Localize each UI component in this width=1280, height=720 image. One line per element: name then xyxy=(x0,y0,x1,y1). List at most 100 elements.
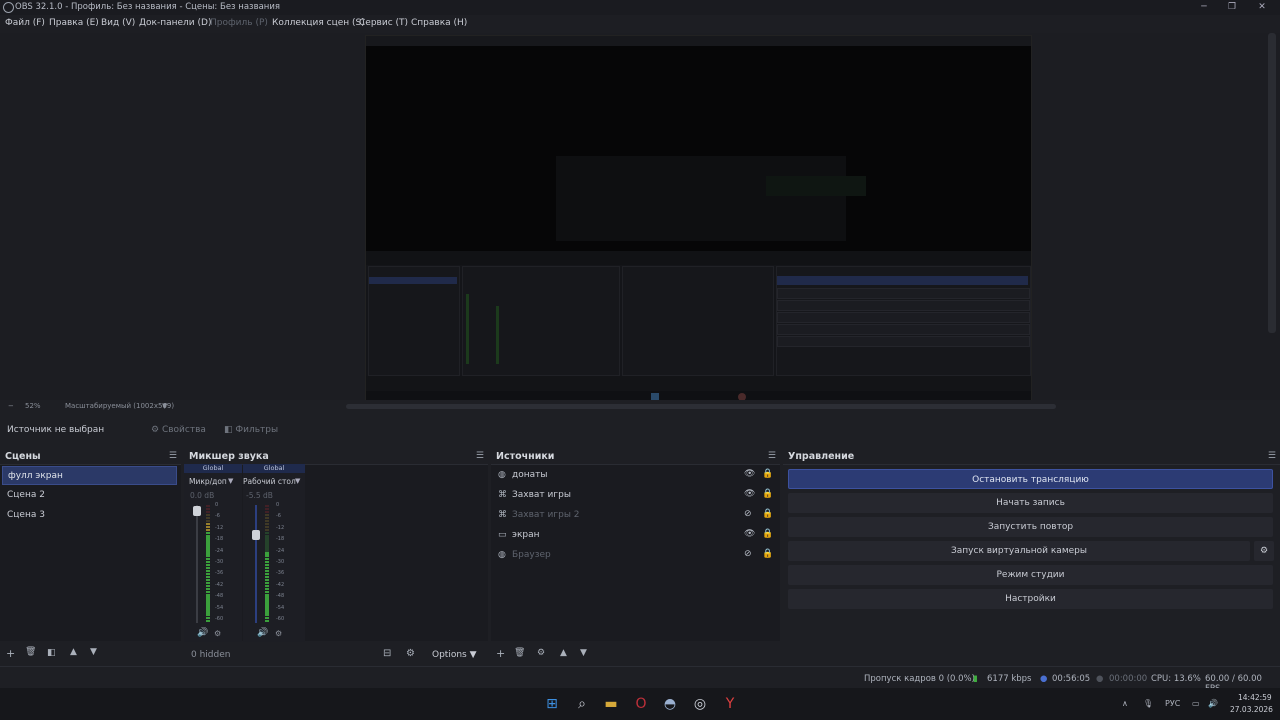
input-language[interactable]: РУС xyxy=(1165,699,1180,708)
lock-icon[interactable]: 🔒 xyxy=(762,489,773,499)
dock-menu-icon[interactable]: ☰ xyxy=(169,451,177,461)
source-properties-gear-icon[interactable]: ⚙ xyxy=(537,648,545,658)
lock-icon[interactable]: 🔒 xyxy=(762,509,773,519)
clock-date[interactable]: 27.03.2026 xyxy=(1230,705,1273,714)
meter-segment xyxy=(206,620,210,623)
start-replay-button[interactable]: Запустить повтор xyxy=(788,517,1273,537)
clock-time[interactable]: 14:42:59 xyxy=(1238,693,1272,702)
scene-item[interactable]: Сцена 2 xyxy=(2,486,177,505)
volume-fader-track[interactable] xyxy=(196,505,198,623)
start-virtual-camera-button[interactable]: Запуск виртуальной камеры xyxy=(788,541,1250,561)
speaker-icon[interactable]: 🔊 xyxy=(257,628,268,638)
file-explorer-icon[interactable]: ▬ xyxy=(603,696,619,712)
preview-canvas[interactable] xyxy=(365,35,1032,407)
eye-icon[interactable]: 👁 xyxy=(744,469,755,479)
source-item[interactable]: ⌘ Захват игры 2 ⊘ 🔒 xyxy=(492,506,778,526)
volume-icon[interactable]: 🔊 xyxy=(1208,699,1218,708)
dock-menu-icon[interactable]: ☰ xyxy=(476,451,484,461)
channel-settings-icon[interactable]: ⚙ xyxy=(214,629,221,638)
source-item[interactable]: ⌘ Захват игры 👁 🔒 xyxy=(492,486,778,506)
volume-fader-handle[interactable] xyxy=(252,530,260,540)
scaling-mode-dropdown-icon[interactable]: ▼ xyxy=(162,402,167,410)
lock-icon[interactable]: 🔒 xyxy=(762,529,773,539)
filters-label: Фильтры xyxy=(235,425,279,435)
source-item[interactable]: ▭ экран 👁 🔒 xyxy=(492,526,778,546)
steam-icon[interactable]: ◓ xyxy=(662,696,678,712)
meter-segment xyxy=(206,555,210,558)
search-icon[interactable]: ⌕ xyxy=(574,696,590,712)
layout-icon[interactable]: ⊟ xyxy=(383,648,391,659)
menu-tools[interactable]: Сервис (T) xyxy=(359,18,408,28)
menu-view[interactable]: Вид (V) xyxy=(101,18,135,28)
meter-segment xyxy=(206,528,210,531)
tray-expand-icon[interactable]: ∧ xyxy=(1122,699,1128,708)
channel-menu-icon[interactable]: ▼ xyxy=(228,477,233,485)
properties-button[interactable]: ⚙ Свойства xyxy=(151,425,206,435)
move-up-icon[interactable]: ▲ xyxy=(560,648,567,658)
remove-source-trash-icon[interactable]: 🗑 xyxy=(514,648,525,658)
microphone-icon[interactable]: 🎙 xyxy=(1143,699,1153,708)
meter-segment xyxy=(206,608,210,611)
speaker-icon[interactable]: 🔊 xyxy=(197,628,208,638)
meter-segment xyxy=(206,510,210,514)
volume-fader-handle[interactable] xyxy=(193,506,201,516)
options-button[interactable]: Options ▼ xyxy=(432,650,477,660)
preview-vertical-scrollbar[interactable] xyxy=(1268,33,1276,333)
controls-title: Управление xyxy=(788,451,855,462)
close-button[interactable]: ✕ xyxy=(1246,0,1278,15)
add-source-button[interactable]: + xyxy=(496,647,505,660)
source-item[interactable]: ◍ Браузер ⊘ 🔒 xyxy=(492,546,778,566)
maximize-button[interactable]: ❐ xyxy=(1216,0,1248,15)
eye-icon[interactable]: 👁 xyxy=(744,529,755,539)
preview-horizontal-scrollbar[interactable] xyxy=(346,404,1056,409)
volume-fader-track[interactable] xyxy=(255,505,257,623)
meter-segment xyxy=(265,510,269,514)
move-down-icon[interactable]: ▼ xyxy=(90,647,97,657)
opera-icon[interactable]: O xyxy=(633,696,649,712)
scene-item[interactable]: фулл экран xyxy=(2,466,177,485)
scaling-mode[interactable]: Масштабируемый (1002x569) xyxy=(65,402,174,410)
channel-menu-icon[interactable]: ▼ xyxy=(295,477,300,485)
meter-segment xyxy=(265,561,269,564)
stop-streaming-button[interactable]: Остановить трансляцию xyxy=(788,469,1273,489)
eye-off-icon[interactable]: ⊘ xyxy=(744,549,752,559)
menu-profile[interactable]: Профиль (P) xyxy=(210,18,268,28)
meter-tick-label: -42 xyxy=(215,581,224,588)
obs-icon[interactable]: ◎ xyxy=(692,696,708,712)
menu-docks[interactable]: Док-панели (D) xyxy=(139,18,211,28)
menu-file[interactable]: Файл (F) xyxy=(5,18,45,28)
zoom-out-button[interactable]: − xyxy=(8,402,14,410)
dock-menu-icon[interactable]: ☰ xyxy=(1268,451,1276,461)
menu-edit[interactable]: Правка (E) xyxy=(49,18,99,28)
eye-off-icon[interactable]: ⊘ xyxy=(744,509,752,519)
settings-button[interactable]: Настройки xyxy=(788,589,1273,609)
add-scene-button[interactable]: + xyxy=(6,647,15,660)
network-icon[interactable]: ▭ xyxy=(1192,699,1200,708)
filters-button[interactable]: ◧ Фильтры xyxy=(224,425,278,435)
start-recording-button[interactable]: Начать запись xyxy=(788,493,1273,513)
meter-segment xyxy=(265,546,269,549)
source-item[interactable]: ◍ донаты 👁 🔒 xyxy=(492,466,778,486)
scene-filters-icon[interactable]: ◧ xyxy=(47,648,56,658)
dock-menu-icon[interactable]: ☰ xyxy=(768,451,776,461)
eye-icon[interactable]: 👁 xyxy=(744,489,755,499)
menu-help[interactable]: Справка (H) xyxy=(411,18,467,28)
options-label: Options xyxy=(432,650,467,660)
yandex-browser-icon[interactable]: Y xyxy=(722,696,738,712)
windows-start-icon[interactable]: ⊞ xyxy=(544,696,560,712)
lock-icon[interactable]: 🔒 xyxy=(762,469,773,479)
advanced-audio-icon[interactable]: ⚙ xyxy=(406,648,415,659)
menu-scene-collection[interactable]: Коллекция сцен (S) xyxy=(272,18,365,28)
meter-segment xyxy=(265,617,269,620)
move-up-icon[interactable]: ▲ xyxy=(70,647,77,657)
meter-segment xyxy=(265,516,269,520)
studio-mode-button[interactable]: Режим студии xyxy=(788,565,1273,585)
lock-icon[interactable]: 🔒 xyxy=(762,549,773,559)
meter-segment xyxy=(265,522,269,526)
channel-settings-icon[interactable]: ⚙ xyxy=(275,629,282,638)
move-down-icon[interactable]: ▼ xyxy=(580,648,587,658)
remove-scene-trash-icon[interactable]: 🗑 xyxy=(25,647,36,657)
virtual-camera-settings-gear-icon[interactable]: ⚙ xyxy=(1254,541,1274,561)
globe-icon: ◍ xyxy=(498,470,506,480)
scene-item[interactable]: Сцена 3 xyxy=(2,506,177,525)
